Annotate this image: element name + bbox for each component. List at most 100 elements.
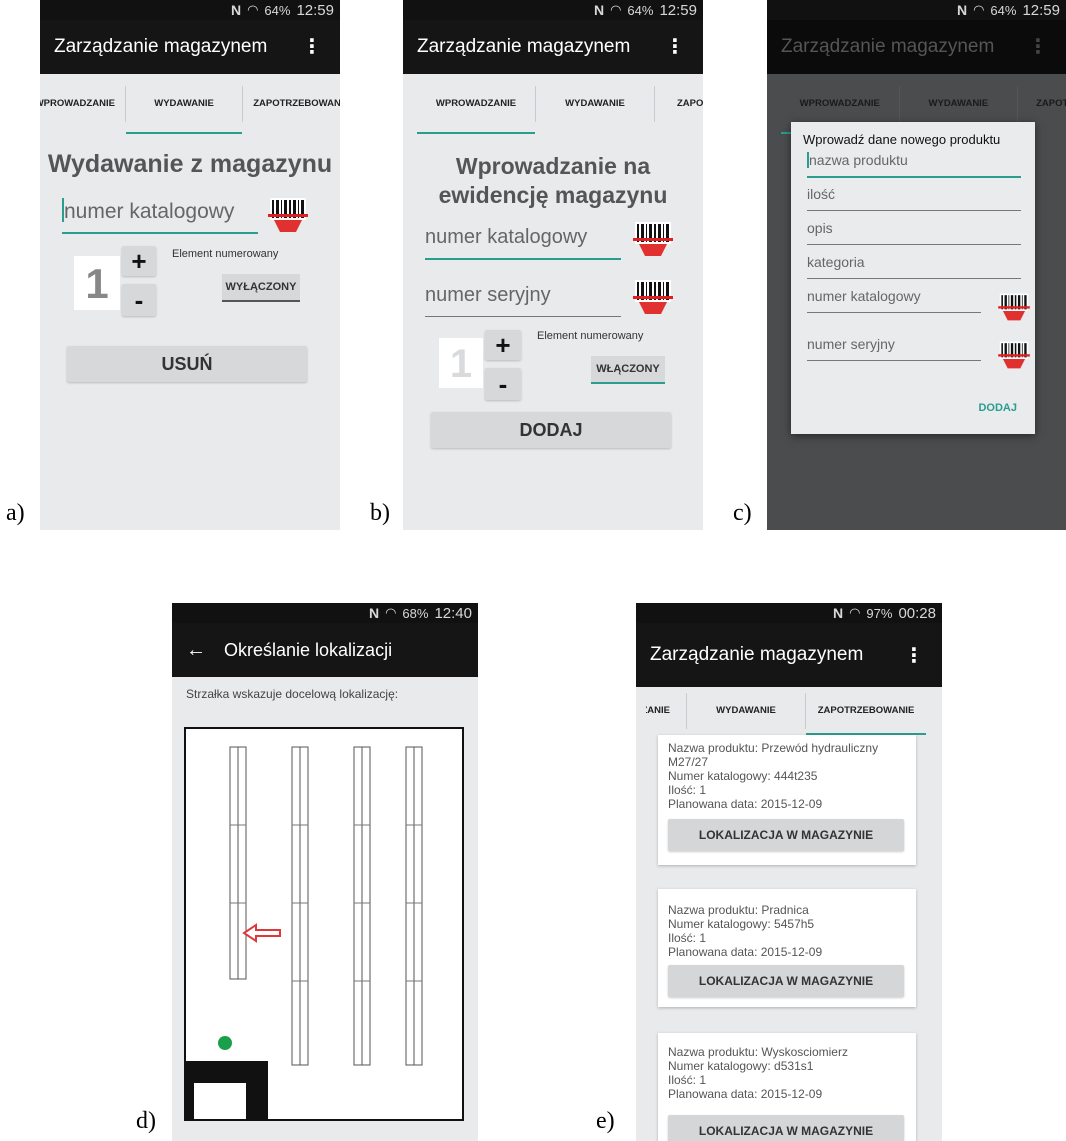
location-button[interactable]: LOKALIZACJA W MAGAZYNIE [668,1115,904,1141]
screen-a: N ◠ 64% 12:59 Zarządzanie magazynem ⋮ WP… [40,0,340,530]
status-bar: N ◠ 64% 12:59 [767,0,1066,20]
battery-level: 64% [627,2,654,18]
barcode-scanner-icon[interactable] [633,220,673,258]
back-arrow-icon[interactable]: ← [186,639,206,662]
quantity-input[interactable]: ilość [807,186,1021,211]
catalog-number-input[interactable]: numer katalogowy [425,226,621,260]
page-title: Wprowadzanie na ewidencję magazynu [438,153,668,208]
product-name-input[interactable]: nazwa produktu [807,152,1021,178]
increment-button[interactable]: + [122,246,156,276]
screen-d: N ◠ 68% 12:40 ← Określanie lokalizacji S… [172,603,478,1141]
battery-level: 64% [990,2,1017,18]
remove-button[interactable]: USUŃ [67,346,307,382]
screen-c: N ◠ 64% 12:59 Zarządzanie magazynem ⋮ WP… [767,0,1066,530]
nfc-icon: N [593,2,605,18]
nfc-icon: N [832,605,844,621]
nfc-icon: N [956,2,968,18]
panel-label-b: b) [370,500,390,526]
battery-level: 64% [264,2,291,18]
tab-zapotrzebowanie[interactable]: ZAPOTRZEBOWANIE [243,74,340,134]
decrement-button[interactable]: - [485,368,521,400]
overflow-menu-icon[interactable]: ⋮ [1028,34,1048,59]
barcode-scanner-icon[interactable] [997,292,1031,322]
app-title: Zarządzanie magazynem [54,36,268,57]
tab-wydawanie[interactable]: WYDAWANIE [125,74,243,134]
wifi-icon: ◠ [849,605,861,620]
new-product-dialog: Wprowadź dane nowego produktu nazwa prod… [791,122,1035,434]
tab-zapotrzebowanie[interactable]: ZAPOTRZEBOWANIE [806,687,926,735]
add-button[interactable]: DODAJ [431,412,671,448]
increment-button[interactable]: + [485,330,521,360]
dialog-add-button[interactable]: DODAJ [978,402,1017,414]
numbered-toggle[interactable]: WYŁĄCZONY [222,274,300,302]
current-position-marker [218,1036,232,1050]
app-bar: Zarządzanie magazynem ⋮ [767,20,1066,74]
barcode-scanner-icon[interactable] [268,196,308,234]
decrement-button[interactable]: - [122,284,156,316]
demand-card: Nazwa produktu: Wyskosciomierz Numer kat… [658,1033,916,1141]
catalog-number: Numer katalogowy: 5457h5 [668,917,815,931]
location-button[interactable]: LOKALIZACJA W MAGAZYNIE [668,819,904,851]
quantity-display: 1 [439,338,483,388]
tab-wydawanie[interactable]: WYDAWANIE [536,74,654,134]
catalog-number: Numer katalogowy: 444t235 [668,769,818,783]
clock: 12:59 [659,1,697,19]
catalog-number-input[interactable]: numer katalogowy [807,288,981,313]
wifi-icon: ◠ [973,2,985,17]
overflow-menu-icon[interactable]: ⋮ [302,34,322,59]
screen-b: N ◠ 64% 12:59 Zarządzanie magazynem ⋮ WP… [403,0,703,530]
screen-e: N ◠ 97% 00:28 Zarządzanie magazynem ⋮ WP… [636,603,942,1141]
tab-wprowadzanie[interactable]: WPROWADZANIE [417,74,535,134]
dialog-title: Wprowadź dane nowego produktu [803,132,1001,147]
nfc-icon: N [368,605,380,621]
planned-date: Planowana data: 2015-12-09 [668,797,823,811]
nfc-icon: N [230,2,242,18]
status-bar: N ◠ 97% 00:28 [636,603,942,623]
product-name: Nazwa produktu: Pradnica [668,903,809,917]
product-name: Nazwa produktu: Przewód hydrauliczny [668,741,879,755]
serial-number-input[interactable]: numer seryjny [425,284,621,317]
numbered-element-label: Element numerowany [537,330,644,342]
tab-wprowadzanie[interactable]: WPROWADZANIE [646,687,670,735]
overflow-menu-icon[interactable]: ⋮ [665,34,685,59]
panel-label-e: e) [596,1108,615,1134]
wifi-icon: ◠ [610,2,622,17]
battery-level: 97% [866,605,893,621]
numbered-element-label: Element numerowany [172,248,279,260]
catalog-number: Numer katalogowy: d531s1 [668,1059,814,1073]
category-input[interactable]: kategoria [807,254,1021,279]
tab-wprowadzanie[interactable]: WPROWADZANIE [40,74,115,134]
product-name-cont: M27/27 [668,755,709,769]
tab-wydawanie[interactable]: WYDAWANIE [687,687,805,735]
numbered-toggle[interactable]: WŁĄCZONY [591,356,665,384]
quantity: Ilość: 1 [668,783,707,797]
catalog-number-input[interactable]: numer katalogowy [62,198,258,234]
quantity-display: 1 [74,256,120,310]
clock: 00:28 [898,604,936,622]
barcode-scanner-icon[interactable] [633,278,673,316]
description-input[interactable]: opis [807,220,1021,245]
page-title: Wydawanie z magazynu [47,150,333,178]
panel-label-a: a) [6,500,25,526]
location-button[interactable]: LOKALIZACJA W MAGAZYNIE [668,965,904,997]
panel-label-c: c) [733,500,752,526]
serial-number-input[interactable]: numer seryjny [807,336,981,361]
warehouse-map [184,727,464,1121]
tab-bar: WPROWADZANIE WYDAWANIE ZAPOTRZEBOWANIE [636,687,942,735]
app-title: Zarządzanie magazynem [417,36,631,57]
screen-title: Określanie lokalizacji [224,639,393,660]
app-bar: Zarządzanie magazynem ⋮ [403,20,703,74]
status-bar: N ◠ 68% 12:40 [172,603,478,623]
tab-bar: WPROWADZANIE WYDAWANIE ZAPOTRZEBOWANIE [403,74,703,134]
clock: 12:59 [296,1,334,19]
planned-date: Planowana data: 2015-12-09 [668,1087,823,1101]
quantity: Ilość: 1 [668,931,707,945]
overflow-menu-icon[interactable]: ⋮ [904,643,924,668]
tab-zapotrzebowanie[interactable]: ZAPOTRZEBOWANIE [655,74,703,134]
demand-card: Nazwa produktu: Pradnica Numer katalogow… [658,889,916,1007]
wifi-icon: ◠ [247,2,259,17]
clock: 12:59 [1022,1,1060,19]
status-bar: N ◠ 64% 12:59 [40,0,340,20]
battery-level: 68% [402,605,429,621]
barcode-scanner-icon[interactable] [997,340,1031,370]
